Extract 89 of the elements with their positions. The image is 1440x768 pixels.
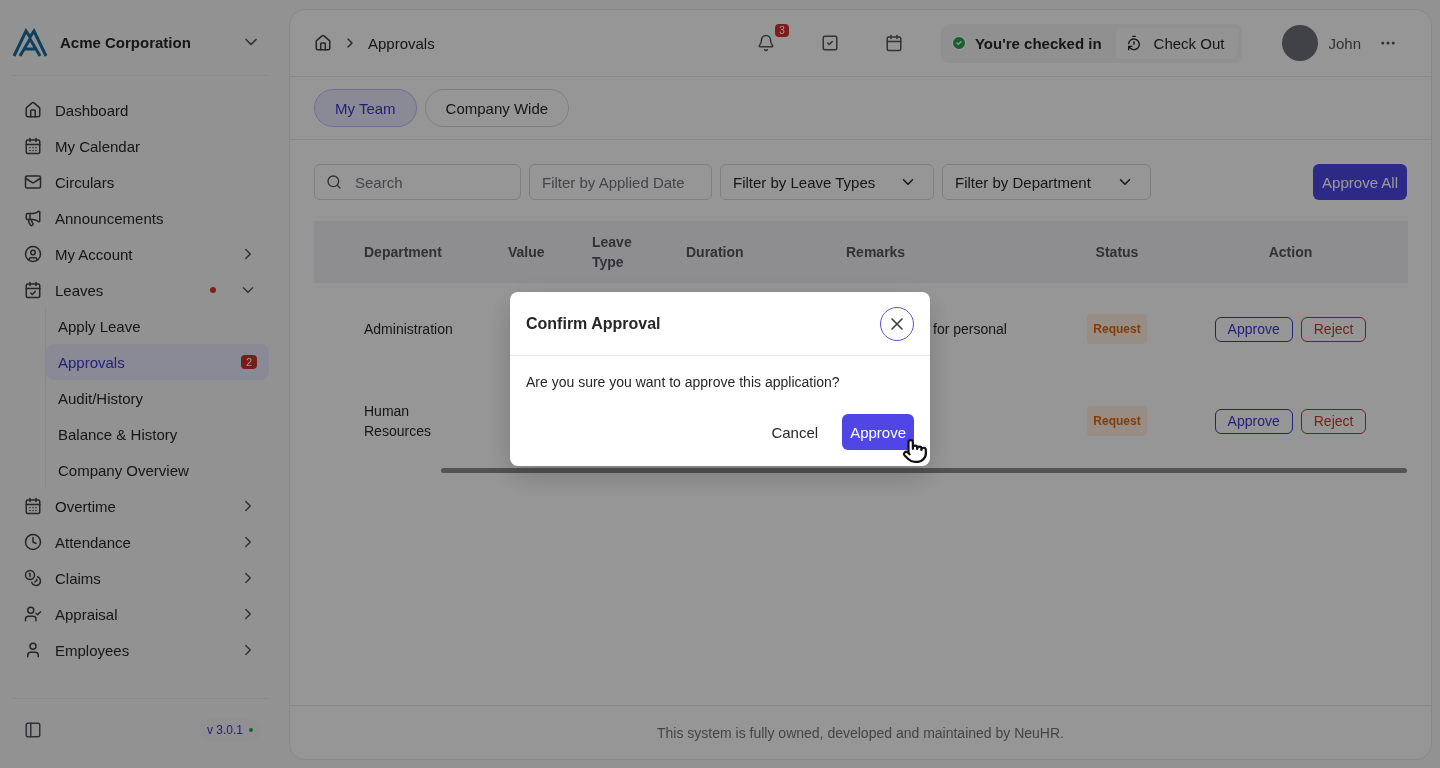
confirm-button[interactable]: Approve — [842, 414, 914, 450]
check-in-text: You're checked in — [974, 34, 1102, 52]
sidebar-item-label: Balance & History — [58, 425, 179, 443]
user-name: John — [1328, 34, 1361, 52]
approve-button[interactable]: Approve — [1214, 408, 1293, 434]
scrollbar[interactable] — [441, 468, 1407, 473]
tab[interactable]: My Team — [314, 89, 417, 127]
calendar-check-icon — [24, 281, 42, 299]
sidebar-subitem[interactable]: Balance & History — [46, 416, 269, 452]
sidebar-subitem[interactable]: Approvals 2 — [46, 344, 269, 380]
clock-icon — [24, 533, 42, 551]
approve-all-button[interactable]: Approve All — [1313, 164, 1407, 200]
sidebar-item[interactable]: Attendance — [12, 524, 269, 560]
status-tag: Request — [1087, 406, 1147, 436]
cancel-button[interactable]: Cancel — [763, 415, 827, 449]
column-header: Remarks — [846, 221, 1061, 283]
user-icon — [24, 641, 42, 659]
column-header: Duration — [686, 221, 846, 283]
sidebar-item[interactable]: My Calendar — [12, 128, 269, 164]
close-button[interactable] — [880, 306, 914, 341]
tab[interactable]: Company Wide — [424, 89, 570, 127]
breadcrumb-current: Approvals — [368, 34, 436, 52]
sidebar-item[interactable]: Announcements — [12, 200, 269, 236]
approve-button[interactable]: Approve — [1214, 316, 1293, 342]
check-out-button[interactable]: Check Out — [1115, 27, 1239, 59]
sidebar-item-label: Approvals — [58, 353, 126, 371]
sidebar-item-label: Overtime — [55, 497, 117, 515]
sidebar-item[interactable]: Leaves — [12, 272, 269, 308]
search-icon — [326, 174, 342, 190]
coins-icon — [24, 569, 42, 587]
version-text: v 3.0.1 — [206, 722, 243, 737]
sidebar-item[interactable]: Dashboard — [12, 92, 269, 128]
megaphone-icon — [24, 209, 42, 227]
avatar[interactable] — [1282, 25, 1319, 61]
table-cell-text: Human Resources — [364, 402, 432, 441]
sidebar-item-label: Attendance — [55, 533, 132, 551]
house-icon — [24, 101, 42, 119]
sidebar-item[interactable]: Appraisal — [12, 596, 269, 632]
column-header: Leave Type — [592, 221, 686, 283]
sidebar-item-label: Circulars — [55, 173, 116, 191]
status-tag: Request — [1087, 314, 1147, 344]
calendar-icon — [24, 497, 42, 515]
reject-button[interactable]: Reject — [1300, 408, 1367, 434]
home-icon[interactable] — [314, 34, 332, 52]
sidebar-item-label: Announcements — [55, 209, 165, 227]
sidebar-item-label: Leaves — [55, 281, 105, 299]
sidebar-item-label: My Calendar — [55, 137, 142, 155]
timer-icon — [1125, 35, 1142, 51]
user-circle-icon — [24, 245, 42, 263]
sidebar-item[interactable]: My Account — [12, 236, 269, 272]
dialog-message: Are you sure you want to approve this application? — [525, 373, 841, 390]
search-field[interactable]: Search — [314, 164, 521, 200]
sidebar-subitem[interactable]: Apply Leave — [46, 308, 269, 344]
column-header: Value — [508, 221, 592, 283]
dialog-title: Confirm Approval — [526, 314, 661, 333]
sidebar-item-label: Dashboard — [55, 101, 130, 119]
sidebar-subitem[interactable]: Audit/History — [46, 380, 269, 416]
status-dot — [249, 727, 253, 732]
user-check-icon — [24, 605, 42, 623]
sidebar-item-label: Appraisal — [55, 605, 119, 623]
sidebar-item-label: Apply Leave — [58, 317, 142, 335]
table-cell-text: Administration — [364, 320, 454, 339]
sidebar-toggle-icon[interactable] — [24, 720, 42, 739]
sidebar-item[interactable]: Overtime — [12, 488, 269, 524]
leave-type-dropdown[interactable]: Filter by Leave Types — [720, 164, 934, 200]
logo-icon — [12, 27, 48, 57]
envelope-icon — [24, 173, 42, 191]
sidebar-item-label: My Account — [55, 245, 134, 263]
company-name: Acme Corporation — [60, 33, 192, 51]
column-header: Action — [1173, 221, 1408, 283]
table-cell-text: for personal — [933, 320, 1007, 339]
sidebar-item[interactable]: Circulars — [12, 164, 269, 200]
sidebar-item-label: Employees — [55, 641, 131, 659]
department-dropdown[interactable]: Filter by Department — [942, 164, 1151, 200]
sidebar-item[interactable]: Claims — [12, 560, 269, 596]
notification-count: 3 — [775, 24, 789, 37]
sidebar-item-label: Audit/History — [58, 389, 145, 407]
count-badge: 2 — [240, 355, 257, 369]
sidebar-item-label: Company Overview — [58, 461, 190, 479]
calendar-icon — [24, 137, 42, 155]
column-header: Status — [1061, 221, 1173, 283]
footer-text: This system is fully owned, developed and maintained by NeuHR. — [657, 724, 1064, 741]
sidebar-item-label: Claims — [55, 569, 102, 587]
column-header: Department — [364, 221, 508, 283]
sidebar-item[interactable]: Employees — [12, 632, 269, 668]
date-filter-field[interactable]: Filter by Applied Date — [529, 164, 712, 200]
sidebar-subitem[interactable]: Company Overview — [46, 452, 269, 488]
check-circle-icon — [950, 35, 967, 51]
reject-button[interactable]: Reject — [1300, 316, 1367, 342]
